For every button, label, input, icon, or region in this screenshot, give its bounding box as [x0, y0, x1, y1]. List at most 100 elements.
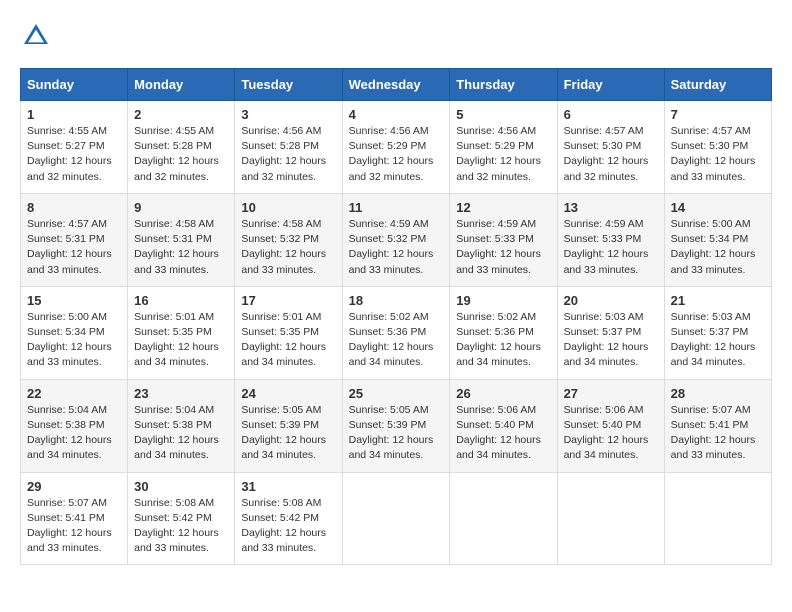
calendar-cell: 21 Sunrise: 5:03 AMSunset: 5:37 PMDayligh… [664, 286, 771, 379]
day-info: Sunrise: 4:58 AMSunset: 5:31 PMDaylight:… [134, 217, 228, 278]
day-info: Sunrise: 4:57 AMSunset: 5:31 PMDaylight:… [27, 217, 121, 278]
calendar-week-row: 8 Sunrise: 4:57 AMSunset: 5:31 PMDaylight… [21, 193, 772, 286]
calendar-cell: 8 Sunrise: 4:57 AMSunset: 5:31 PMDaylight… [21, 193, 128, 286]
day-number: 7 [671, 107, 765, 122]
day-info: Sunrise: 5:01 AMSunset: 5:35 PMDaylight:… [241, 310, 335, 371]
calendar-cell: 10 Sunrise: 4:58 AMSunset: 5:32 PMDayligh… [235, 193, 342, 286]
day-info: Sunrise: 5:05 AMSunset: 5:39 PMDaylight:… [241, 403, 335, 464]
calendar-week-row: 15 Sunrise: 5:00 AMSunset: 5:34 PMDayligh… [21, 286, 772, 379]
weekday-header: Monday [128, 69, 235, 101]
day-info: Sunrise: 5:07 AMSunset: 5:41 PMDaylight:… [27, 496, 121, 557]
calendar-cell: 27 Sunrise: 5:06 AMSunset: 5:40 PMDayligh… [557, 379, 664, 472]
weekday-header: Thursday [450, 69, 557, 101]
calendar-cell [664, 472, 771, 565]
calendar-cell: 1 Sunrise: 4:55 AMSunset: 5:27 PMDaylight… [21, 101, 128, 194]
day-number: 26 [456, 386, 550, 401]
calendar-cell: 2 Sunrise: 4:55 AMSunset: 5:28 PMDaylight… [128, 101, 235, 194]
day-number: 1 [27, 107, 121, 122]
day-number: 27 [564, 386, 658, 401]
logo [20, 20, 56, 52]
day-info: Sunrise: 5:02 AMSunset: 5:36 PMDaylight:… [456, 310, 550, 371]
day-info: Sunrise: 5:04 AMSunset: 5:38 PMDaylight:… [27, 403, 121, 464]
day-number: 6 [564, 107, 658, 122]
calendar-cell: 30 Sunrise: 5:08 AMSunset: 5:42 PMDayligh… [128, 472, 235, 565]
calendar-cell: 9 Sunrise: 4:58 AMSunset: 5:31 PMDaylight… [128, 193, 235, 286]
calendar-cell: 12 Sunrise: 4:59 AMSunset: 5:33 PMDayligh… [450, 193, 557, 286]
day-info: Sunrise: 4:56 AMSunset: 5:28 PMDaylight:… [241, 124, 335, 185]
day-number: 30 [134, 479, 228, 494]
calendar-cell: 23 Sunrise: 5:04 AMSunset: 5:38 PMDayligh… [128, 379, 235, 472]
page-header [20, 20, 772, 52]
calendar-cell: 28 Sunrise: 5:07 AMSunset: 5:41 PMDayligh… [664, 379, 771, 472]
weekday-header: Sunday [21, 69, 128, 101]
day-number: 13 [564, 200, 658, 215]
day-number: 15 [27, 293, 121, 308]
weekday-header: Wednesday [342, 69, 450, 101]
calendar-cell: 25Sunrise: 5:05 AMSunset: 5:39 PMDayligh… [342, 379, 450, 472]
day-info: Sunrise: 4:59 AMSunset: 5:33 PMDaylight:… [456, 217, 550, 278]
day-number: 12 [456, 200, 550, 215]
calendar-cell: 6Sunrise: 4:57 AMSunset: 5:30 PMDaylight… [557, 101, 664, 194]
calendar-week-row: 1 Sunrise: 4:55 AMSunset: 5:27 PMDaylight… [21, 101, 772, 194]
day-number: 24 [241, 386, 335, 401]
logo-icon [20, 20, 52, 52]
day-number: 28 [671, 386, 765, 401]
day-info: Sunrise: 4:56 AMSunset: 5:29 PMDaylight:… [349, 124, 444, 185]
weekday-header: Friday [557, 69, 664, 101]
day-info: Sunrise: 5:08 AMSunset: 5:42 PMDaylight:… [241, 496, 335, 557]
calendar-cell: 29 Sunrise: 5:07 AMSunset: 5:41 PMDayligh… [21, 472, 128, 565]
calendar-cell: 18 Sunrise: 5:02 AMSunset: 5:36 PMDayligh… [342, 286, 450, 379]
day-number: 9 [134, 200, 228, 215]
day-number: 16 [134, 293, 228, 308]
day-number: 31 [241, 479, 335, 494]
calendar-week-row: 29 Sunrise: 5:07 AMSunset: 5:41 PMDayligh… [21, 472, 772, 565]
day-number: 29 [27, 479, 121, 494]
calendar-cell [450, 472, 557, 565]
calendar-table: SundayMondayTuesdayWednesdayThursdayFrid… [20, 68, 772, 565]
calendar-cell: 7 Sunrise: 4:57 AMSunset: 5:30 PMDaylight… [664, 101, 771, 194]
calendar-cell: 31 Sunrise: 5:08 AMSunset: 5:42 PMDayligh… [235, 472, 342, 565]
day-number: 10 [241, 200, 335, 215]
day-info: Sunrise: 5:06 AMSunset: 5:40 PMDaylight:… [564, 403, 658, 464]
day-number: 21 [671, 293, 765, 308]
calendar-cell: 3Sunrise: 4:56 AMSunset: 5:28 PMDaylight… [235, 101, 342, 194]
calendar-cell: 20Sunrise: 5:03 AMSunset: 5:37 PMDayligh… [557, 286, 664, 379]
weekday-header: Tuesday [235, 69, 342, 101]
day-number: 8 [27, 200, 121, 215]
day-number: 19 [456, 293, 550, 308]
day-number: 2 [134, 107, 228, 122]
day-number: 17 [241, 293, 335, 308]
day-number: 14 [671, 200, 765, 215]
day-info: Sunrise: 4:59 AMSunset: 5:32 PMDaylight:… [349, 217, 444, 278]
day-info: Sunrise: 4:55 AMSunset: 5:27 PMDaylight:… [27, 124, 121, 185]
day-info: Sunrise: 5:03 AMSunset: 5:37 PMDaylight:… [671, 310, 765, 371]
calendar-week-row: 22 Sunrise: 5:04 AMSunset: 5:38 PMDayligh… [21, 379, 772, 472]
day-info: Sunrise: 4:55 AMSunset: 5:28 PMDaylight:… [134, 124, 228, 185]
day-number: 11 [349, 200, 444, 215]
day-info: Sunrise: 5:01 AMSunset: 5:35 PMDaylight:… [134, 310, 228, 371]
day-info: Sunrise: 4:59 AMSunset: 5:33 PMDaylight:… [564, 217, 658, 278]
day-info: Sunrise: 5:04 AMSunset: 5:38 PMDaylight:… [134, 403, 228, 464]
day-info: Sunrise: 5:02 AMSunset: 5:36 PMDaylight:… [349, 310, 444, 371]
calendar-cell: 22 Sunrise: 5:04 AMSunset: 5:38 PMDayligh… [21, 379, 128, 472]
day-number: 23 [134, 386, 228, 401]
calendar-cell: 13 Sunrise: 4:59 AMSunset: 5:33 PMDayligh… [557, 193, 664, 286]
day-info: Sunrise: 5:03 AMSunset: 5:37 PMDaylight:… [564, 310, 658, 371]
calendar-header-row: SundayMondayTuesdayWednesdayThursdayFrid… [21, 69, 772, 101]
calendar-cell: 5Sunrise: 4:56 AMSunset: 5:29 PMDaylight… [450, 101, 557, 194]
day-info: Sunrise: 5:00 AMSunset: 5:34 PMDaylight:… [671, 217, 765, 278]
day-number: 18 [349, 293, 444, 308]
day-info: Sunrise: 5:08 AMSunset: 5:42 PMDaylight:… [134, 496, 228, 557]
calendar-cell [342, 472, 450, 565]
calendar-cell: 17 Sunrise: 5:01 AMSunset: 5:35 PMDayligh… [235, 286, 342, 379]
day-info: Sunrise: 4:56 AMSunset: 5:29 PMDaylight:… [456, 124, 550, 185]
day-number: 22 [27, 386, 121, 401]
weekday-header: Saturday [664, 69, 771, 101]
day-info: Sunrise: 4:57 AMSunset: 5:30 PMDaylight:… [671, 124, 765, 185]
day-info: Sunrise: 5:07 AMSunset: 5:41 PMDaylight:… [671, 403, 765, 464]
day-info: Sunrise: 5:00 AMSunset: 5:34 PMDaylight:… [27, 310, 121, 371]
day-number: 4 [349, 107, 444, 122]
calendar-cell [557, 472, 664, 565]
calendar-cell: 4 Sunrise: 4:56 AMSunset: 5:29 PMDaylight… [342, 101, 450, 194]
day-info: Sunrise: 4:58 AMSunset: 5:32 PMDaylight:… [241, 217, 335, 278]
